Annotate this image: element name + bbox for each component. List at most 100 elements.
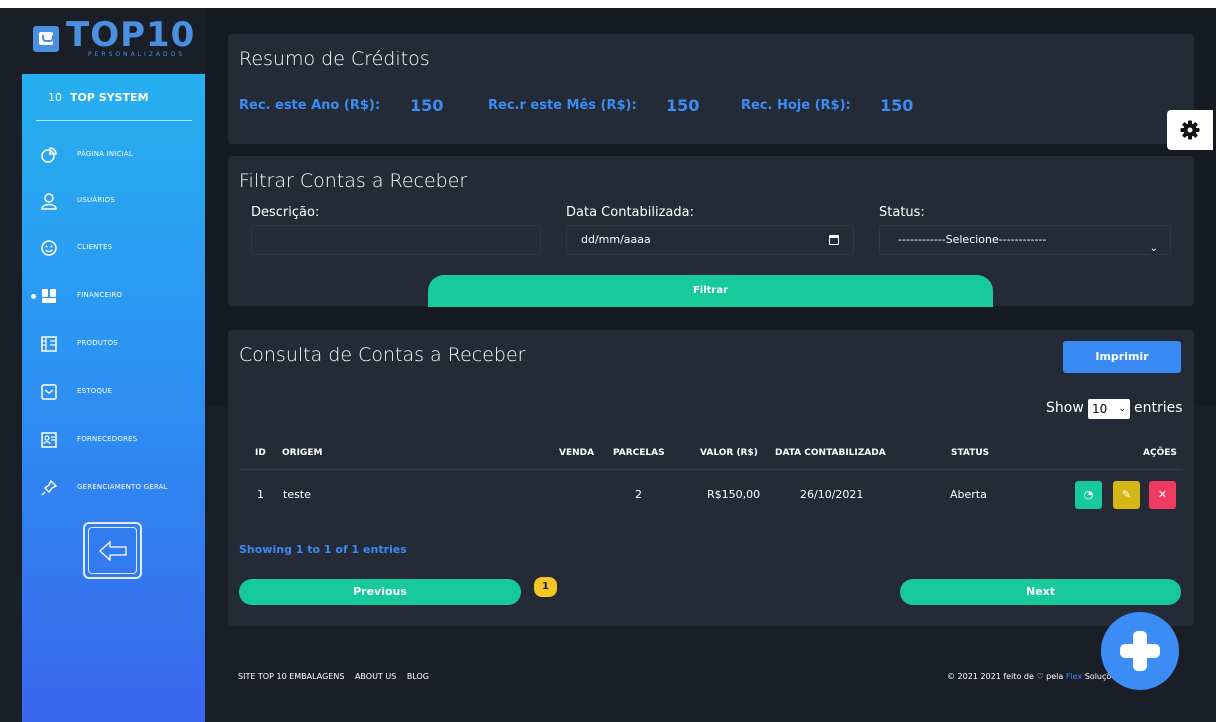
sidebar-divider (36, 120, 192, 121)
arrow-left-icon (99, 540, 127, 562)
cell-data: 26/10/2021 (800, 488, 864, 501)
copyright-pre: © 2021 2021 feito de (947, 672, 1037, 681)
sidebar-item-pagina-inicial[interactable]: PÁGINA INICIAL (22, 140, 205, 170)
inbox-icon (41, 384, 57, 400)
logo-text: TOP10 (66, 15, 196, 55)
data-input-placeholder: dd/mm/aaaa (581, 233, 651, 246)
cell-status: Aberta (950, 488, 987, 501)
col-header-venda[interactable]: VENDA (559, 448, 594, 458)
logo-subtext: PERSONALIZADOS (88, 51, 186, 58)
cell-origem: teste (283, 488, 311, 501)
back-button-inner (88, 527, 137, 574)
brand-logo[interactable]: TOP10 PERSONALIZADOS (22, 8, 205, 74)
entries-select[interactable]: 10 ⌄ (1088, 399, 1130, 419)
descricao-input[interactable] (251, 225, 541, 255)
stat-year-label: Rec. este Ano (R$): (239, 98, 381, 113)
sidebar-header[interactable]: 10 TOP SYSTEM (22, 74, 205, 120)
status-select[interactable]: ------------Selecione------------ ⌄ (879, 225, 1171, 255)
footer-link-about[interactable]: ABOUT US (355, 672, 396, 681)
cell-id: 1 (257, 488, 264, 501)
col-header-origem[interactable]: ORIGEM (282, 448, 322, 458)
col-header-valor[interactable]: VALOR (R$) (700, 448, 758, 458)
show-label: Show (1046, 400, 1084, 416)
stat-month-label: Rec.r este Mês (R$): (488, 98, 637, 113)
sidebar-item-label: FORNECEDORES (77, 435, 138, 443)
calendar-icon[interactable] (829, 235, 839, 245)
page-1-button[interactable]: 1 (534, 577, 557, 597)
sidebar-item-label: FINANCEIRO (77, 291, 123, 299)
sidebar-item-label: PRODUTOS (77, 339, 118, 347)
heart-icon: ♡ (1036, 672, 1044, 681)
close-icon: ✕ (1157, 488, 1168, 501)
sidebar-item-label: GERENCIAMENTO GERAL (77, 483, 168, 491)
footer-link-site[interactable]: SITE TOP 10 EMBALAGENS (238, 672, 344, 681)
plus-icon (1120, 631, 1160, 671)
col-header-id[interactable]: ID (255, 448, 266, 458)
descricao-label: Descrição: (251, 205, 320, 220)
cell-valor: R$150,00 (707, 488, 761, 501)
footer-link-blog[interactable]: BLOG (407, 672, 429, 681)
stat-year-value: 150 (410, 96, 444, 115)
stat-month-value: 150 (666, 96, 700, 115)
stat-today-value: 150 (880, 96, 914, 115)
sidebar-item-clientes[interactable]: CLIENTES (22, 233, 205, 263)
status-selected: ------------Selecione------------ (898, 233, 1047, 246)
app-root: TOP10 PERSONALIZADOS 10 TOP SYSTEM PÁGIN… (0, 0, 1216, 722)
active-dot (31, 294, 36, 299)
top-strip (0, 0, 1216, 8)
status-label: Status: (879, 205, 925, 220)
filter-title: Filtrar Contas a Receber (239, 170, 468, 192)
sidebar-item-label: ESTOQUE (77, 387, 113, 395)
stat-today-label: Rec. Hoje (R$): (741, 98, 851, 113)
footer-links: SITE TOP 10 EMBALAGENS ABOUT US BLOG (238, 672, 437, 681)
supplier-icon (41, 432, 57, 448)
sidebar-item-produtos[interactable]: PRODUTOS (22, 329, 205, 359)
logo-cup-icon (33, 26, 59, 52)
col-header-status[interactable]: STATUS (951, 448, 989, 458)
sidebar: 10 TOP SYSTEM PÁGINA INICIAL USUÁRIOS CL… (22, 74, 205, 722)
box-grid-icon (41, 336, 57, 352)
edit-button[interactable]: ✎ (1113, 481, 1140, 509)
pencil-icon: ✎ (1121, 488, 1132, 501)
sidebar-item-label: USUÁRIOS (77, 196, 115, 204)
chevron-down-icon: ⌄ (1118, 404, 1126, 414)
filter-button[interactable]: Filtrar (428, 275, 993, 307)
user-icon (41, 193, 57, 210)
back-button[interactable] (83, 522, 142, 579)
sidebar-item-label: PÁGINA INICIAL (77, 150, 133, 158)
previous-button[interactable]: Previous (239, 579, 521, 605)
col-header-data[interactable]: DATA CONTABILIZADA (775, 448, 886, 458)
people-icon (42, 289, 56, 303)
chevron-down-icon: ⌄ (1149, 243, 1158, 254)
sidebar-item-financeiro[interactable]: FINANCEIRO (22, 281, 205, 311)
delete-button[interactable]: ✕ (1149, 481, 1176, 509)
add-button[interactable] (1101, 612, 1179, 690)
settings-button[interactable] (1167, 110, 1213, 150)
left-gap (0, 8, 22, 722)
entries-value: 10 (1092, 402, 1108, 416)
entries-label: entries (1134, 400, 1183, 416)
gear-icon (1180, 120, 1200, 140)
print-button[interactable]: Imprimir (1063, 341, 1181, 373)
pin-icon (41, 479, 58, 496)
sidebar-item-estoque[interactable]: ESTOQUE (22, 377, 205, 407)
copyright-mid: pela (1043, 672, 1066, 681)
flex-link[interactable]: Flex (1066, 672, 1082, 681)
showing-info: Showing 1 to 1 of 1 entries (239, 543, 407, 556)
summary-title: Resumo de Créditos (239, 48, 430, 70)
consulta-title: Consulta de Contas a Receber (239, 344, 526, 366)
cell-parcelas: 2 (635, 488, 642, 501)
pie-chart-icon (41, 147, 57, 163)
view-button[interactable]: ◔ (1075, 481, 1102, 509)
sidebar-item-fornecedores[interactable]: FORNECEDORES (22, 425, 205, 455)
col-header-acoes: AÇÕES (1143, 448, 1177, 458)
sidebar-item-gerenciamento-geral[interactable]: GERENCIAMENTO GERAL (22, 473, 205, 503)
sidebar-header-num: 10 (48, 91, 62, 104)
data-input[interactable]: dd/mm/aaaa (566, 225, 854, 255)
next-button[interactable]: Next (900, 579, 1181, 605)
sidebar-header-name: TOP SYSTEM (70, 91, 149, 104)
col-header-parcelas[interactable]: PARCELAS (613, 448, 665, 458)
data-label: Data Contabilizada: (566, 205, 694, 220)
smile-icon (41, 240, 57, 256)
sidebar-item-usuarios[interactable]: USUÁRIOS (22, 186, 205, 216)
